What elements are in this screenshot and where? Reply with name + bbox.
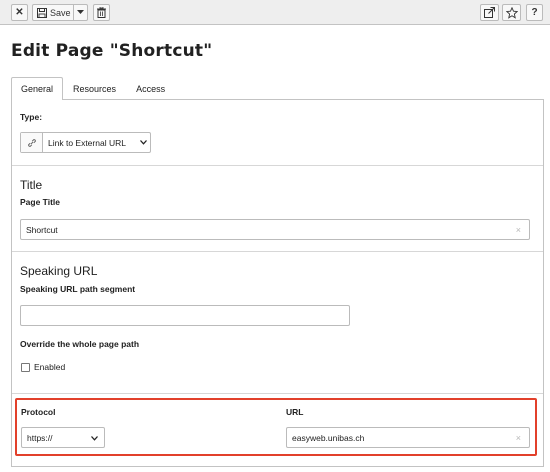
form-tabs: General Resources Access <box>11 77 175 100</box>
doc-header-toolbar: ✕ Save ? <box>0 0 550 25</box>
type-label: Type: <box>20 112 43 122</box>
bookmark-button[interactable] <box>502 4 521 21</box>
chevron-down-icon <box>91 433 98 443</box>
help-icon: ? <box>531 7 538 18</box>
floppy-disk-icon <box>37 7 47 18</box>
section-divider <box>12 165 543 166</box>
override-page-path-label: Override the whole page path <box>20 339 140 349</box>
protocol-select[interactable]: https:// <box>21 427 105 448</box>
type-icon-wrap <box>21 133 43 152</box>
protocol-label: Protocol <box>21 407 56 417</box>
type-select[interactable]: Link to External URL <box>20 132 151 153</box>
tab-access[interactable]: Access <box>126 77 175 99</box>
protocol-select-value: https:// <box>27 432 53 443</box>
override-enabled-label[interactable]: Enabled <box>34 362 65 372</box>
url-input-value: easyweb.unibas.ch <box>292 432 365 443</box>
save-button[interactable]: Save <box>32 4 74 21</box>
page-title-input[interactable]: Shortcut × <box>20 219 530 240</box>
page-title-input-value: Shortcut <box>26 224 58 235</box>
clear-icon[interactable]: × <box>516 225 521 235</box>
caret-down-icon <box>77 10 84 14</box>
section-divider <box>12 251 543 252</box>
url-highlight-box: Protocol https:// URL easyweb.unibas.ch … <box>15 398 537 456</box>
form-panel: Type: Link to External URL Title Page Ti… <box>11 99 544 467</box>
trash-icon <box>97 7 106 18</box>
title-section-heading: Title <box>20 178 43 192</box>
page-title: Edit Page "Shortcut" <box>11 41 213 61</box>
tab-resources[interactable]: Resources <box>63 77 126 99</box>
close-button[interactable]: ✕ <box>11 4 28 21</box>
speaking-url-segment-label: Speaking URL path segment <box>20 284 136 294</box>
page-title-label: Page Title <box>20 197 60 207</box>
close-icon: ✕ <box>15 7 24 18</box>
type-select-value: Link to External URL <box>48 137 126 148</box>
save-button-label: Save <box>50 7 71 18</box>
override-enabled-checkbox[interactable] <box>21 363 30 372</box>
chevron-down-icon <box>136 133 150 152</box>
view-page-button[interactable] <box>480 4 499 21</box>
link-icon <box>27 138 36 147</box>
speaking-url-segment-input[interactable] <box>20 305 350 326</box>
save-dropdown-button[interactable] <box>73 4 88 21</box>
external-link-icon <box>484 7 495 18</box>
star-icon <box>505 6 518 19</box>
clear-icon[interactable]: × <box>516 433 521 443</box>
speaking-url-heading: Speaking URL <box>20 264 98 278</box>
delete-button[interactable] <box>93 4 110 21</box>
url-input[interactable]: easyweb.unibas.ch × <box>286 427 530 448</box>
help-button[interactable]: ? <box>526 4 543 21</box>
tab-general[interactable]: General <box>11 77 64 100</box>
url-label: URL <box>286 407 304 417</box>
section-divider <box>12 393 543 394</box>
